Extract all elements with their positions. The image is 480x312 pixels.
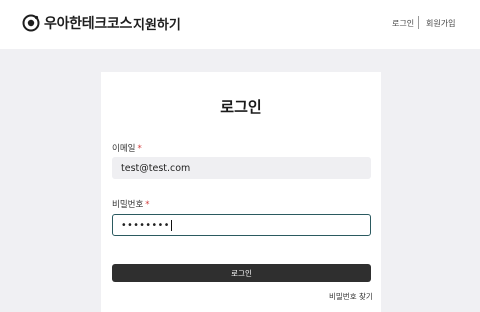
- password-field[interactable]: ••••••••: [112, 214, 371, 236]
- text-caret: [170, 219, 172, 231]
- email-label: 이메일 *: [112, 142, 142, 154]
- page-subtitle: 지원하기: [133, 18, 181, 33]
- email-required-mark: *: [137, 144, 142, 154]
- password-field-value: ••••••••: [121, 219, 170, 231]
- find-password-link[interactable]: 비밀번호 찾기: [329, 291, 373, 302]
- nav-signup-link[interactable]: 회원가입: [426, 18, 455, 29]
- login-submit-button[interactable]: 로그인: [112, 264, 371, 282]
- login-card: 로그인 이메일 * test@test.com 비밀번호 * •••••••• 로그…: [101, 72, 381, 312]
- email-field[interactable]: test@test.com: [112, 157, 371, 179]
- email-field-value: test@test.com: [121, 162, 191, 174]
- app-header: 우아한테크코스 지원하기 로그인 회원가입: [0, 0, 480, 49]
- email-label-text: 이메일: [112, 144, 136, 154]
- password-label-text: 비밀번호: [112, 200, 144, 210]
- logo-icon[interactable]: [22, 14, 40, 32]
- brand-name[interactable]: 우아한테크코스: [44, 13, 132, 33]
- login-title: 로그인: [220, 98, 262, 116]
- nav-login-link[interactable]: 로그인: [392, 18, 414, 29]
- password-label: 비밀번호 *: [112, 198, 150, 210]
- password-required-mark: *: [145, 200, 150, 210]
- nav-divider: [418, 16, 419, 29]
